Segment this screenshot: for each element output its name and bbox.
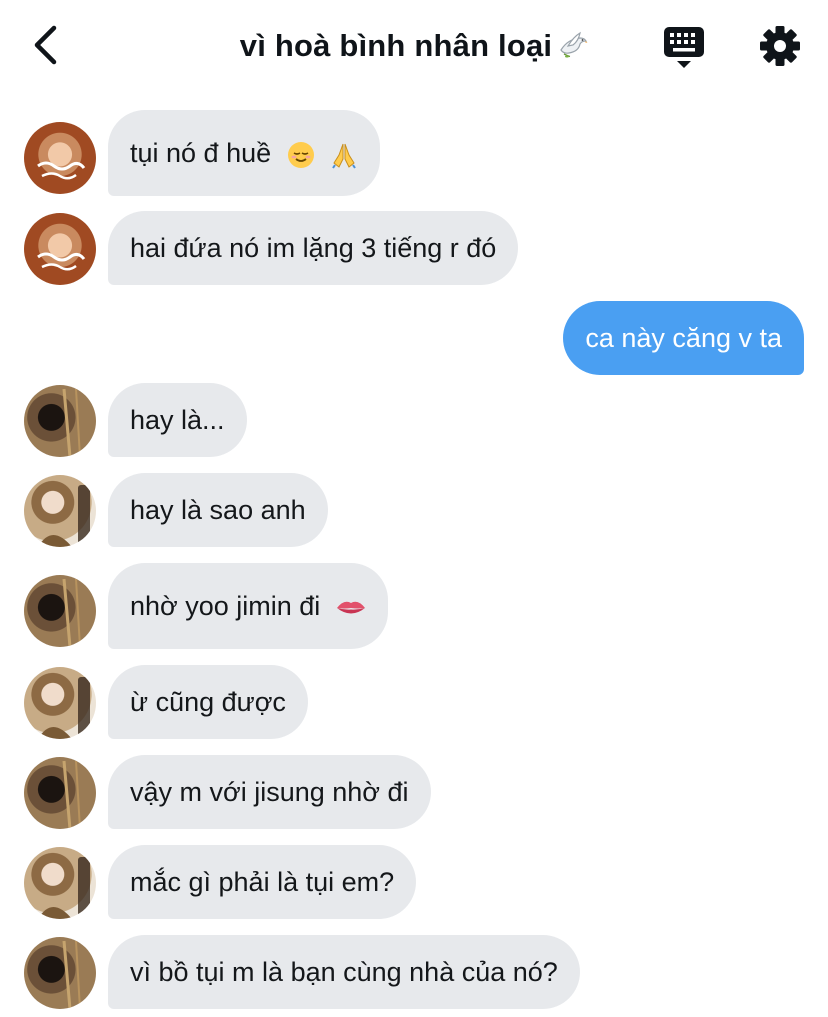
- avatar[interactable]: [24, 847, 96, 919]
- conversation-title-text: vì hoà bình nhân loại: [239, 28, 553, 63]
- keyboard-icon: [664, 27, 704, 68]
- avatar-image: [38, 677, 90, 739]
- gear-icon: [760, 26, 800, 66]
- avatar[interactable]: [24, 575, 96, 647]
- message-bubble[interactable]: vậy m với jisung nhờ đi: [108, 755, 431, 829]
- message-bubble[interactable]: hay là...: [108, 383, 247, 457]
- folded-hands-emoji: [332, 143, 356, 169]
- relieved-face-emoji: [287, 141, 314, 168]
- avatar[interactable]: [24, 475, 96, 547]
- message-text: vì bồ tụi m là bạn cùng nhà của nó?: [130, 957, 558, 987]
- lips-emoji: [336, 601, 365, 614]
- avatar-image: [38, 857, 90, 919]
- message-text: hay là...: [130, 405, 225, 435]
- keyboard-button[interactable]: [662, 24, 706, 70]
- avatar-image: [62, 940, 81, 1009]
- message-text: tụi nó đ huề: [130, 138, 272, 168]
- message-text: nhờ yoo jimin đi: [130, 591, 321, 621]
- message-bubble[interactable]: tụi nó đ huề: [108, 110, 381, 196]
- message-bubble-outgoing[interactable]: ca này căng v ta: [563, 301, 804, 375]
- avatar-image: [62, 578, 81, 647]
- avatar[interactable]: [24, 385, 96, 457]
- message-bubble[interactable]: hai đứa nó im lặng 3 tiếng r đó: [108, 211, 519, 285]
- avatar-image: [62, 760, 81, 829]
- message-bubble[interactable]: ừ cũng được: [108, 665, 308, 739]
- settings-button[interactable]: [758, 24, 802, 68]
- avatar[interactable]: [24, 937, 96, 1009]
- message-bubble[interactable]: vì bồ tụi m là bạn cùng nhà của nó?: [108, 935, 580, 1009]
- avatar[interactable]: [24, 213, 96, 285]
- avatar-image: [38, 485, 90, 547]
- avatar[interactable]: [24, 122, 96, 194]
- dove-icon: [560, 31, 588, 58]
- chat-header: vì hoà bình nhân loại: [0, 0, 828, 96]
- avatar[interactable]: [24, 757, 96, 829]
- message-text: vậy m với jisung nhờ đi: [130, 777, 409, 807]
- message-bubble[interactable]: hay là sao anh: [108, 473, 328, 547]
- message-text: ừ cũng được: [130, 687, 286, 717]
- message-bubble[interactable]: nhờ yoo jimin đi: [108, 563, 388, 649]
- message-text: mắc gì phải là tụi em?: [130, 867, 395, 897]
- message-text: hay là sao anh: [130, 495, 306, 525]
- avatar-image: [37, 252, 86, 271]
- message-text: hai đứa nó im lặng 3 tiếng r đó: [130, 233, 497, 263]
- message-bubble[interactable]: mắc gì phải là tụi em?: [108, 845, 417, 919]
- avatar-image: [37, 161, 86, 180]
- message-text: ca này căng v ta: [585, 323, 782, 353]
- avatar-image: [62, 388, 81, 457]
- avatar[interactable]: [24, 667, 96, 739]
